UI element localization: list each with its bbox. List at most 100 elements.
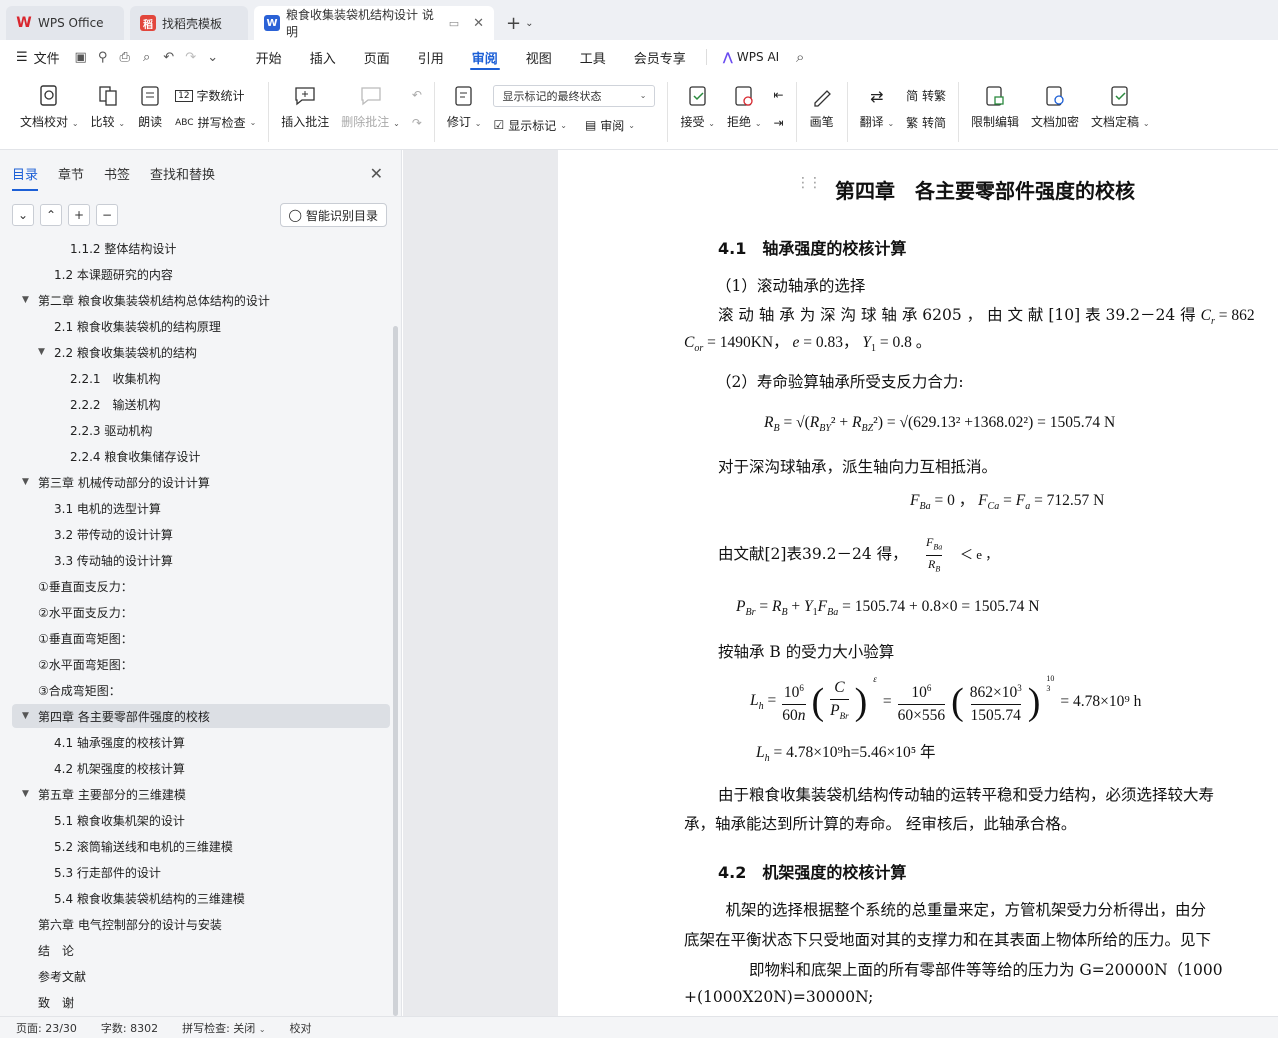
translate-button[interactable]: ⇄ 翻译 ⌄ xyxy=(854,74,901,150)
document-page[interactable]: ⋮⋮ 第四章 各主要零部件强度的校核 4.1 轴承强度的校核计算 （1）滚动轴承… xyxy=(558,150,1278,1016)
toc-item[interactable]: ②水平面弯矩图： xyxy=(12,652,390,676)
menu-start[interactable]: 开始 xyxy=(242,40,296,74)
undo-icon[interactable]: ↶ xyxy=(158,40,180,74)
menu-review[interactable]: 审阅 xyxy=(458,40,512,74)
save-icon[interactable]: ▣ xyxy=(70,40,92,74)
toc-item[interactable]: ①垂直面弯矩图： xyxy=(12,626,390,650)
next-comment-icon[interactable]: ↷ xyxy=(412,116,422,130)
finalize-button[interactable]: 文档定稿 ⌄ xyxy=(1085,74,1156,150)
tab-wps-office[interactable]: W WPS Office xyxy=(6,6,124,40)
toc-item[interactable]: 结 论 xyxy=(12,938,390,962)
toc-item[interactable]: 5.3 行走部件的设计 xyxy=(12,860,390,884)
toc-item[interactable]: 致 谢 xyxy=(12,990,390,1014)
tab-template[interactable]: 稻 找稻壳模板 xyxy=(130,6,248,40)
close-icon[interactable]: ✕ xyxy=(370,164,383,183)
spell-check-button[interactable]: ABC 拼写检查 ⌄ xyxy=(175,114,256,131)
collapse-down-button[interactable]: ⌄ xyxy=(12,204,34,226)
tab-document[interactable]: W 粮食收集装袋机结构设计 说明 ▭ ✕ xyxy=(254,6,494,40)
menu-page[interactable]: 页面 xyxy=(350,40,404,74)
tab-chapters[interactable]: 章节 xyxy=(58,164,84,183)
drag-handle-icon[interactable]: ⋮⋮ xyxy=(796,176,822,190)
remove-heading-button[interactable]: − xyxy=(96,204,118,226)
menu-view[interactable]: 视图 xyxy=(512,40,566,74)
accept-button[interactable]: 接受 ⌄ xyxy=(674,74,721,150)
toc-item[interactable]: 3.2 带传动的设计计算 xyxy=(12,522,390,546)
encrypt-button[interactable]: 文档加密 xyxy=(1025,74,1085,150)
print-icon[interactable]: ⎙ xyxy=(114,40,136,74)
to-traditional-button[interactable]: 简 转繁 xyxy=(906,87,946,104)
toc-item[interactable]: 3.1 电机的选型计算 xyxy=(12,496,390,520)
toc-item[interactable]: 1.2 本课题研究的内容 xyxy=(12,262,390,286)
toc-item[interactable]: ②水平面支反力： xyxy=(12,600,390,624)
close-icon[interactable]: ✕ xyxy=(473,16,484,31)
tab-toc[interactable]: 目录 xyxy=(12,164,39,191)
word-count-status[interactable]: 字数: 8302 xyxy=(101,1020,158,1036)
toc-item[interactable]: 2.2.1 收集机构 xyxy=(12,366,390,390)
toc-item[interactable]: 2.2.3 驱动机构 xyxy=(12,418,390,442)
expand-arrow-icon[interactable]: ▼ xyxy=(38,347,45,357)
toc-item[interactable]: 5.2 滚筒输送线和电机的三维建模 xyxy=(12,834,390,858)
link-icon[interactable]: ⚲ xyxy=(92,40,114,74)
toc-item[interactable]: ▼ 第四章 各主要零部件强度的校核 xyxy=(12,704,390,728)
pen-button[interactable]: 画笔 xyxy=(803,74,841,150)
toc-item[interactable]: ▼ 2.2 粮食收集装袋机的结构 xyxy=(12,340,390,364)
print-preview-icon[interactable]: ⌕ xyxy=(136,40,158,74)
toc-item[interactable]: 5.4 粮食收集装袋机结构的三维建模 xyxy=(12,886,390,910)
next-change-icon[interactable]: ⇥ xyxy=(774,116,784,130)
toc-item[interactable]: 参考文献 xyxy=(12,964,390,988)
compare-button[interactable]: 比较 ⌄ xyxy=(85,74,132,150)
markup-state-select[interactable]: 显示标记的最终状态 ⌄ xyxy=(493,84,656,107)
menu-reference[interactable]: 引用 xyxy=(404,40,458,74)
menu-vip[interactable]: 会员专享 xyxy=(620,40,700,74)
toc-item[interactable]: 2.1 粮食收集装袋机的结构原理 xyxy=(12,314,390,338)
new-tab-button[interactable]: + ⌄ xyxy=(500,6,539,40)
redo-icon[interactable]: ↷ xyxy=(180,40,202,74)
file-menu[interactable]: ☰ 文件 xyxy=(16,40,70,74)
to-simplified-button[interactable]: 繁 转简 xyxy=(906,114,946,131)
more-chevron-icon[interactable]: ⌄ xyxy=(202,40,224,74)
toc-item[interactable]: 2.2.4 粮食收集储存设计 xyxy=(12,444,390,468)
toc-item[interactable]: 2.2.2 输送机构 xyxy=(12,392,390,416)
smart-toc-button[interactable]: ◯ 智能识别目录 xyxy=(279,203,387,227)
reject-button[interactable]: 拒绝 ⌄ xyxy=(721,74,768,150)
expand-arrow-icon[interactable]: ▼ xyxy=(22,711,29,721)
prev-comment-icon[interactable]: ↶ xyxy=(412,88,422,102)
proof-status[interactable]: 校对 xyxy=(290,1020,312,1036)
review-pane-button[interactable]: ▤ 审阅 ⌄ xyxy=(585,117,635,134)
page-indicator[interactable]: 页面: 23/30 xyxy=(16,1020,77,1036)
spell-check-status[interactable]: 拼写检查: 关闭 ⌄ xyxy=(182,1020,265,1036)
read-aloud-button[interactable]: 朗读 xyxy=(131,74,169,150)
show-markup-button[interactable]: ☑ 显示标记 ⌄ xyxy=(493,117,566,134)
tab-bookmarks[interactable]: 书签 xyxy=(104,164,130,183)
revise-button[interactable]: 修订 ⌄ xyxy=(441,74,488,150)
toc-item[interactable]: 4.1 轴承强度的校核计算 xyxy=(12,730,390,754)
toc-item[interactable]: 4.2 机架强度的校核计算 xyxy=(12,756,390,780)
word-count-button[interactable]: 12 字数统计 xyxy=(175,87,256,104)
search-icon[interactable]: ⌕ xyxy=(789,40,811,74)
tab-find-replace[interactable]: 查找和替换 xyxy=(150,164,215,183)
toc-item[interactable]: ③合成弯矩图： xyxy=(12,678,390,702)
add-heading-button[interactable]: + xyxy=(68,204,90,226)
expand-arrow-icon[interactable]: ▼ xyxy=(22,477,29,487)
expand-arrow-icon[interactable]: ▼ xyxy=(22,789,29,799)
toc-item[interactable]: 5.1 粮食收集机架的设计 xyxy=(12,808,390,832)
prev-change-icon[interactable]: ⇤ xyxy=(774,88,784,102)
toc-item-label: ②水平面弯矩图： xyxy=(38,657,133,672)
toc-item[interactable]: 3.3 传动轴的设计计算 xyxy=(12,548,390,572)
toc-item[interactable]: 第六章 电气控制部分的设计与安装 xyxy=(12,912,390,936)
delete-comment-button[interactable]: 删除批注 ⌄ xyxy=(335,74,406,150)
toc-item[interactable]: 1.1.2 整体结构设计 xyxy=(12,236,390,260)
toc-item[interactable]: ①垂直面支反力： xyxy=(12,574,390,598)
toc-item[interactable]: ▼ 第五章 主要部分的三维建模 xyxy=(12,782,390,806)
wps-ai-button[interactable]: ⋀ WPS AI xyxy=(713,40,789,74)
menu-insert[interactable]: 插入 xyxy=(296,40,350,74)
toc-item[interactable]: ▼ 第三章 机械传动部分的设计计算 xyxy=(12,470,390,494)
menu-tools[interactable]: 工具 xyxy=(566,40,620,74)
restrict-edit-button[interactable]: 限制编辑 xyxy=(965,74,1025,150)
doc-check-button[interactable]: 文档校对 ⌄ xyxy=(14,74,85,150)
collapse-up-button[interactable]: ⌃ xyxy=(40,204,62,226)
expand-arrow-icon[interactable]: ▼ xyxy=(22,295,29,305)
toc-item[interactable]: ▼ 第二章 粮食收集装袋机结构总体结构的设计 xyxy=(12,288,390,312)
toc-scrollbar[interactable] xyxy=(393,326,398,1016)
insert-comment-button[interactable]: 插入批注 xyxy=(275,74,335,150)
